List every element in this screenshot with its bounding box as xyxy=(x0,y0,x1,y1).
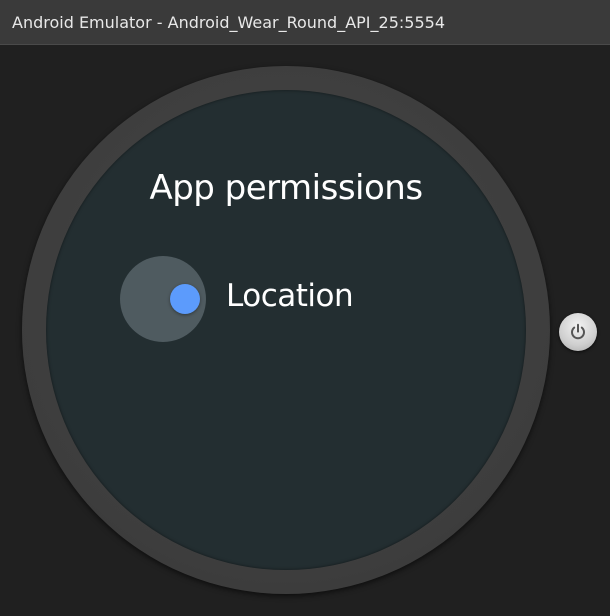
location-toggle[interactable] xyxy=(170,284,200,314)
window-title: Android Emulator - Android_Wear_Round_AP… xyxy=(12,12,445,32)
window-titlebar[interactable]: Android Emulator - Android_Wear_Round_AP… xyxy=(0,0,610,45)
permission-label: Location xyxy=(226,278,354,314)
permission-item-location[interactable]: Location xyxy=(120,256,440,342)
power-button[interactable] xyxy=(559,313,597,351)
watch-screen[interactable]: App permissions Location xyxy=(46,90,526,570)
power-icon xyxy=(571,323,585,340)
emulator-window: Android Emulator - Android_Wear_Round_AP… xyxy=(0,0,610,616)
page-title: App permissions xyxy=(149,168,423,208)
